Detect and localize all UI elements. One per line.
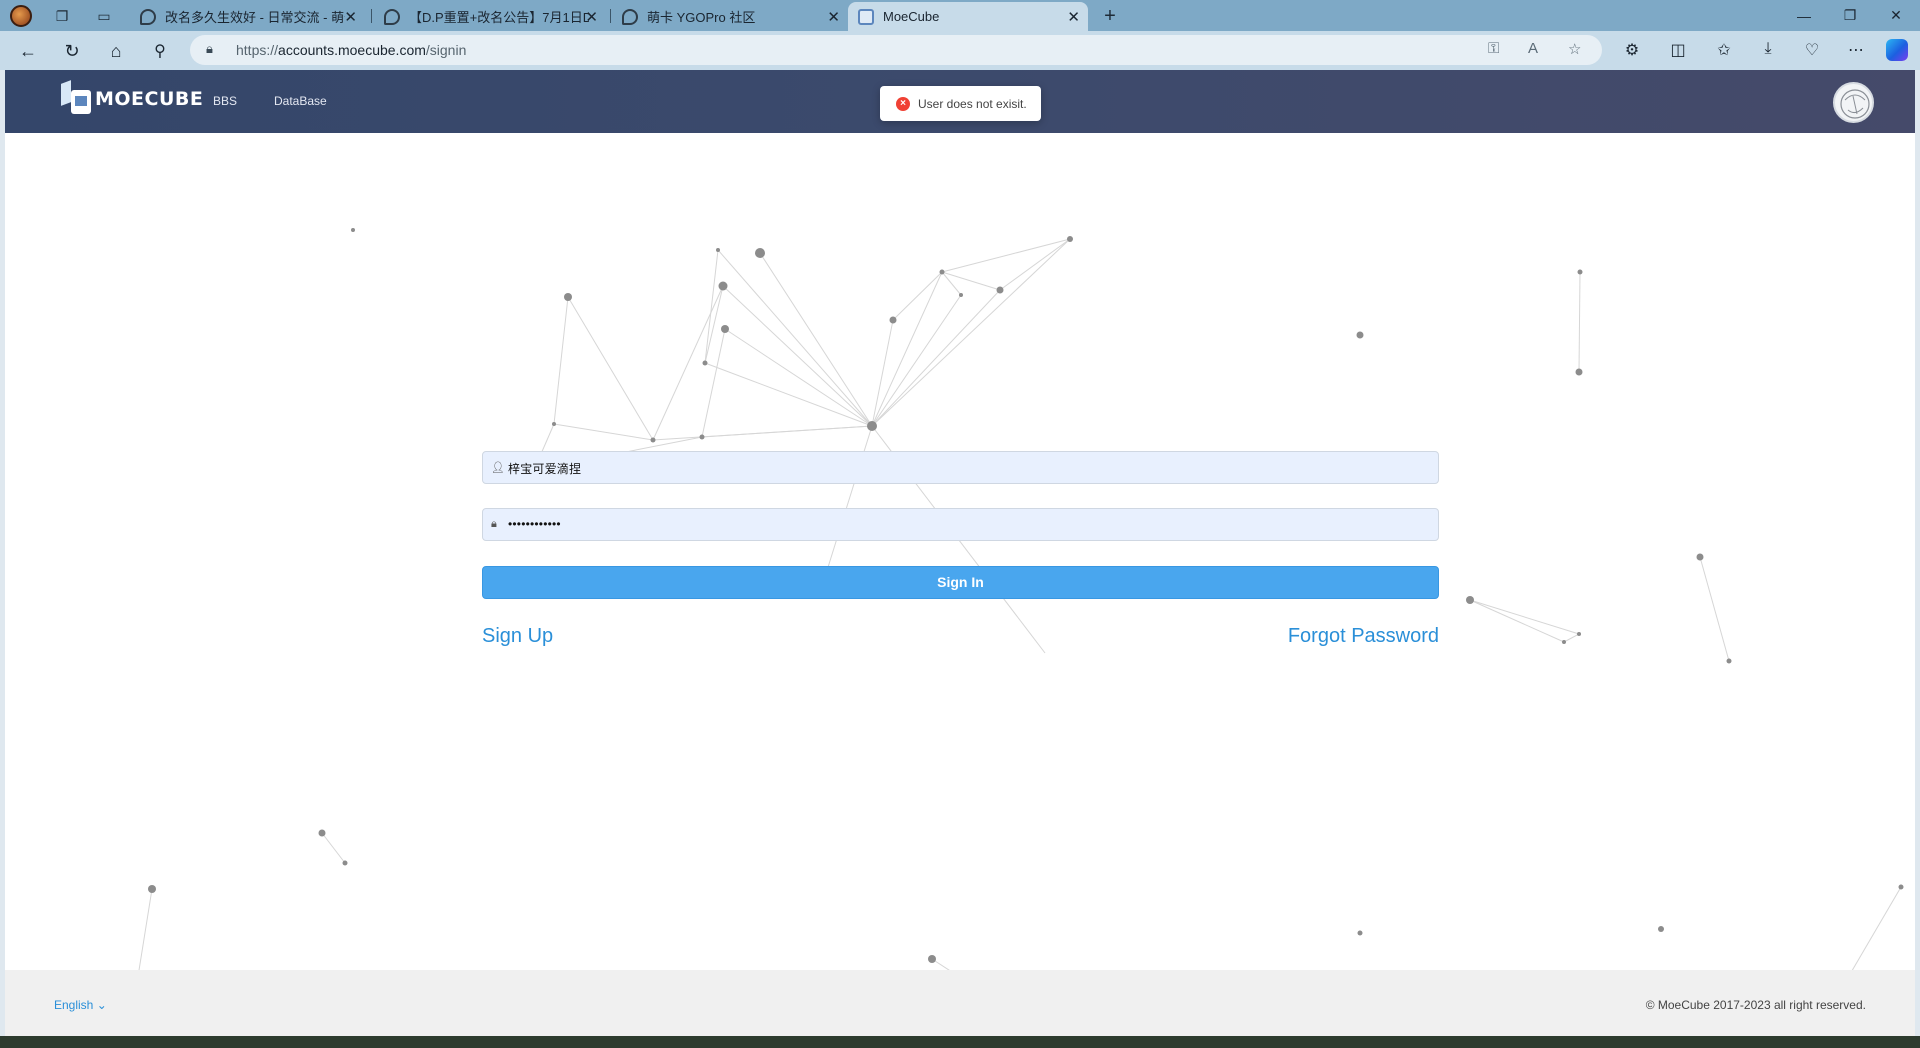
site-header: MOECUBE BBS DataBase × User does not exi…: [5, 70, 1915, 133]
split-screen-icon[interactable]: ◫: [1666, 40, 1690, 60]
browser-toolbar: ← ↻ ⌂ ⚲ 🔒︎ https://accounts.moecube.com/…: [0, 31, 1920, 70]
particle-background: [138, 228, 1904, 970]
copyright-text: © MoeCube 2017-2023 all right reserved.: [1645, 998, 1866, 1012]
favorites-icon[interactable]: ✩: [1712, 40, 1736, 60]
logo-icon: [61, 80, 91, 116]
browser-tab[interactable]: 【D.P重置+改名公告】7月1日D.P ✕: [374, 2, 606, 31]
tab-separator: [371, 9, 372, 23]
error-icon: ×: [896, 96, 910, 111]
address-bar[interactable]: 🔒︎ https://accounts.moecube.com/signin ⚿…: [190, 35, 1602, 65]
favorite-icon[interactable]: ☆: [1568, 40, 1581, 58]
lock-icon[interactable]: 🔒︎: [206, 41, 213, 57]
avatar-image: [1840, 89, 1870, 119]
user-icon: 👤︎: [491, 462, 505, 474]
tab-favicon: [858, 8, 874, 25]
downloads-icon[interactable]: ⤓: [1756, 40, 1780, 58]
new-tab-icon[interactable]: +: [1096, 4, 1124, 28]
browser-tab[interactable]: 萌卡 YGOPro 社区 ✕: [612, 2, 848, 31]
password-lock-icon: 🔒︎: [491, 518, 497, 530]
tab-favicon: [622, 8, 638, 25]
tab-favicon: [140, 8, 156, 25]
logo-text: MOECUBE: [95, 88, 204, 110]
browser-tab-active[interactable]: MoeCube ✕: [848, 2, 1088, 31]
toast-message: User does not exisit.: [918, 96, 1027, 111]
read-aloud-icon[interactable]: A: [1528, 40, 1538, 57]
site-logo[interactable]: MOECUBE: [61, 80, 204, 116]
tab-separator: [610, 9, 611, 23]
copilot-icon[interactable]: [1886, 39, 1908, 61]
close-icon[interactable]: ✕: [585, 8, 598, 26]
workspaces-icon[interactable]: ❐: [48, 4, 76, 28]
web-page: MOECUBE BBS DataBase × User does not exi…: [5, 70, 1915, 1036]
tab-title: 【D.P重置+改名公告】7月1日D.P: [409, 10, 589, 25]
nav-link-database[interactable]: DataBase: [274, 94, 327, 108]
tab-actions-icon[interactable]: ▭: [90, 4, 118, 28]
taskbar-strip: [0, 1036, 1920, 1048]
sign-in-button[interactable]: Sign In: [482, 566, 1439, 599]
language-label: English: [54, 998, 94, 1012]
chevron-down-icon: ⌄: [96, 998, 107, 1012]
particle-links: [138, 238, 1902, 970]
browser-tab[interactable]: 改名多久生效好 - 日常交流 - 萌卡 ✕: [130, 2, 365, 31]
nav-link-bbs[interactable]: BBS: [213, 94, 237, 108]
password-value[interactable]: ••••••••••••: [508, 517, 561, 531]
search-icon[interactable]: ⚲: [146, 37, 174, 65]
home-icon[interactable]: ⌂: [102, 37, 130, 65]
language-selector[interactable]: English ⌄: [54, 998, 107, 1012]
close-icon[interactable]: ✕: [827, 8, 840, 26]
close-icon[interactable]: ✕: [1067, 8, 1080, 26]
browser-essentials-icon[interactable]: ♡: [1800, 40, 1824, 60]
more-icon[interactable]: ⋯: [1844, 40, 1868, 60]
extensions-icon[interactable]: ⚙: [1620, 40, 1644, 60]
restore-icon[interactable]: ❐: [1827, 0, 1873, 31]
sign-up-link[interactable]: Sign Up: [482, 625, 553, 648]
browser-tab-strip: ❐ ▭ 改名多久生效好 - 日常交流 - 萌卡 ✕ 【D.P重置+改名公告】7月…: [0, 0, 1920, 31]
tab-title: MoeCube: [883, 9, 940, 24]
error-toast: × User does not exisit.: [880, 86, 1041, 121]
avatar[interactable]: [1833, 82, 1874, 123]
username-field[interactable]: 👤︎ 梓宝可爱滴捏: [482, 451, 1439, 484]
particle-nodes: [148, 228, 1904, 963]
profile-icon[interactable]: [10, 5, 32, 27]
tab-title: 改名多久生效好 - 日常交流 - 萌卡: [165, 10, 345, 25]
close-icon[interactable]: ✕: [344, 8, 357, 26]
tab-title: 萌卡 YGOPro 社区: [647, 10, 756, 25]
password-field[interactable]: 🔒︎ ••••••••••••: [482, 508, 1439, 541]
url-text[interactable]: https://accounts.moecube.com/signin: [236, 42, 466, 58]
tab-favicon: [384, 8, 400, 25]
refresh-icon[interactable]: ↻: [58, 37, 86, 65]
minimize-icon[interactable]: —: [1781, 0, 1827, 31]
window-close-icon[interactable]: ✕: [1873, 0, 1919, 31]
key-icon[interactable]: ⚿: [1488, 40, 1499, 57]
back-icon[interactable]: ←: [14, 37, 42, 65]
forgot-password-link[interactable]: Forgot Password: [1288, 625, 1439, 648]
site-footer: English ⌄ © MoeCube 2017-2023 all right …: [5, 970, 1915, 1036]
username-value[interactable]: 梓宝可爱滴捏: [508, 460, 581, 477]
